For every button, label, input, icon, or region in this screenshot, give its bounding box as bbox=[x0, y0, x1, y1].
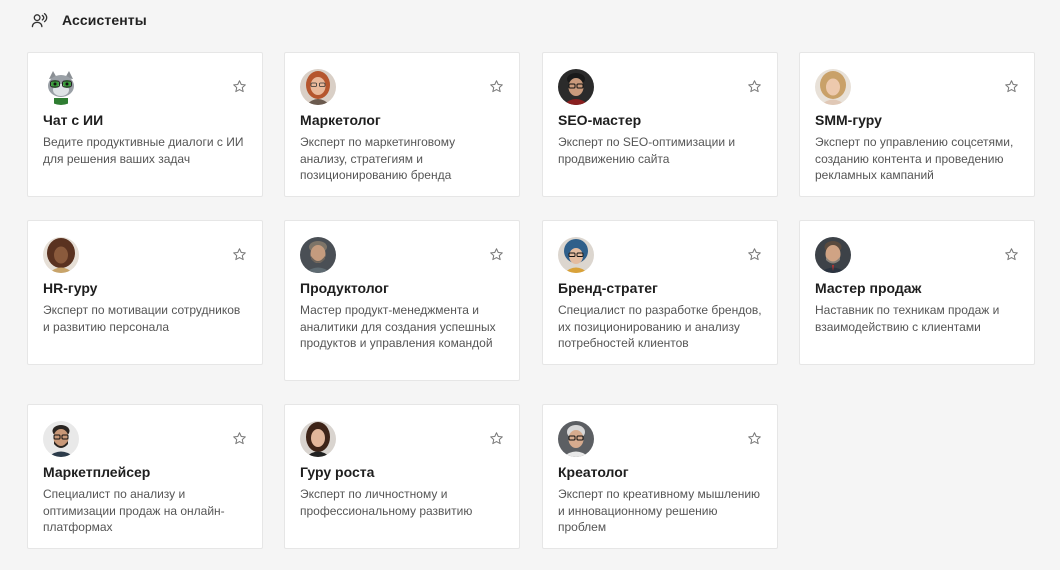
assistant-card-seo-master[interactable]: SEO-мастер Эксперт по SEO-оптимизации и … bbox=[542, 52, 778, 197]
card-title: Мастер продаж bbox=[815, 280, 922, 296]
voice-assistant-icon bbox=[31, 12, 48, 27]
card-title: Гуру роста bbox=[300, 464, 375, 480]
favorite-star-icon[interactable] bbox=[747, 431, 762, 446]
assistant-card-sales-master[interactable]: Мастер продаж Наставник по техникам прод… bbox=[799, 220, 1035, 365]
woman-curly-blonde-avatar bbox=[815, 69, 851, 105]
card-title: Продуктолог bbox=[300, 280, 389, 296]
card-title: SEO-мастер bbox=[558, 112, 642, 128]
favorite-star-icon[interactable] bbox=[489, 79, 504, 94]
assistant-card-product-manager[interactable]: Продуктолог Мастер продукт-менеджмента и… bbox=[284, 220, 520, 381]
man-gray-hair-glasses-avatar bbox=[558, 421, 594, 457]
card-description: Специалист по анализу и оптимизации прод… bbox=[43, 487, 225, 534]
card-title: Маркетплейсер bbox=[43, 464, 151, 480]
man-beard-gray-avatar bbox=[300, 237, 336, 273]
card-description: Наставник по техникам продаж и взаимодей… bbox=[815, 303, 1000, 334]
card-description: Эксперт по маркетинговому анализу, страт… bbox=[300, 135, 456, 182]
assistant-card-growth-guru[interactable]: Гуру роста Эксперт по личностному и проф… bbox=[284, 404, 520, 549]
favorite-star-icon[interactable] bbox=[747, 247, 762, 262]
woman-redhead-glasses-avatar bbox=[300, 69, 336, 105]
cat-mascot-avatar bbox=[43, 69, 79, 105]
card-title: Бренд-стратег bbox=[558, 280, 658, 296]
assistant-card-marketer[interactable]: Маркетолог Эксперт по маркетинговому ана… bbox=[284, 52, 520, 197]
man-beard-suit-avatar bbox=[815, 237, 851, 273]
assistant-card-hr-guru[interactable]: HR-гуру Эксперт по мотивации сотрудников… bbox=[27, 220, 263, 365]
card-description: Эксперт по мотивации сотрудников и разви… bbox=[43, 303, 241, 334]
favorite-star-icon[interactable] bbox=[232, 431, 247, 446]
assistant-card-marketplacer[interactable]: Маркетплейсер Специалист по анализу и оп… bbox=[27, 404, 263, 549]
card-description: Эксперт по креативному мышлению и иннова… bbox=[558, 487, 761, 534]
card-description: Специалист по разработке брендов, их поз… bbox=[558, 303, 762, 350]
favorite-star-icon[interactable] bbox=[489, 431, 504, 446]
card-title: Креатолог bbox=[558, 464, 629, 480]
woman-blue-hair-glasses-avatar bbox=[558, 237, 594, 273]
man-beard-glasses-avatar bbox=[43, 421, 79, 457]
card-description: Эксперт по личностному и профессионально… bbox=[300, 487, 473, 518]
woman-curly-dark-avatar bbox=[43, 237, 79, 273]
assistant-card-creatologist[interactable]: Креатолог Эксперт по креативному мышлени… bbox=[542, 404, 778, 549]
assistant-card-chat-ai[interactable]: Чат с ИИ Ведите продуктивные диалоги с И… bbox=[27, 52, 263, 197]
favorite-star-icon[interactable] bbox=[232, 79, 247, 94]
card-description: Эксперт по управлению соцсетями, создани… bbox=[815, 135, 1014, 182]
favorite-star-icon[interactable] bbox=[747, 79, 762, 94]
card-title: Маркетолог bbox=[300, 112, 381, 128]
card-description: Эксперт по SEO-оптимизации и продвижению… bbox=[558, 135, 736, 166]
favorite-star-icon[interactable] bbox=[1004, 79, 1019, 94]
card-description: Ведите продуктивные диалоги с ИИ для реш… bbox=[43, 135, 244, 166]
assistant-card-smm-guru[interactable]: SMM-гуру Эксперт по управлению соцсетями… bbox=[799, 52, 1035, 197]
woman-brunette-avatar bbox=[300, 421, 336, 457]
card-title: HR-гуру bbox=[43, 280, 98, 296]
favorite-star-icon[interactable] bbox=[1004, 247, 1019, 262]
man-glasses-avatar bbox=[558, 69, 594, 105]
assistant-card-brand-strategist[interactable]: Бренд-стратег Специалист по разработке б… bbox=[542, 220, 778, 365]
page-title: Ассистенты bbox=[62, 12, 147, 28]
card-description: Мастер продукт-менеджмента и аналитики д… bbox=[300, 303, 496, 350]
card-title: Чат с ИИ bbox=[43, 112, 104, 128]
page-header: Ассистенты bbox=[31, 9, 147, 31]
favorite-star-icon[interactable] bbox=[489, 247, 504, 262]
favorite-star-icon[interactable] bbox=[232, 247, 247, 262]
card-title: SMM-гуру bbox=[815, 112, 882, 128]
